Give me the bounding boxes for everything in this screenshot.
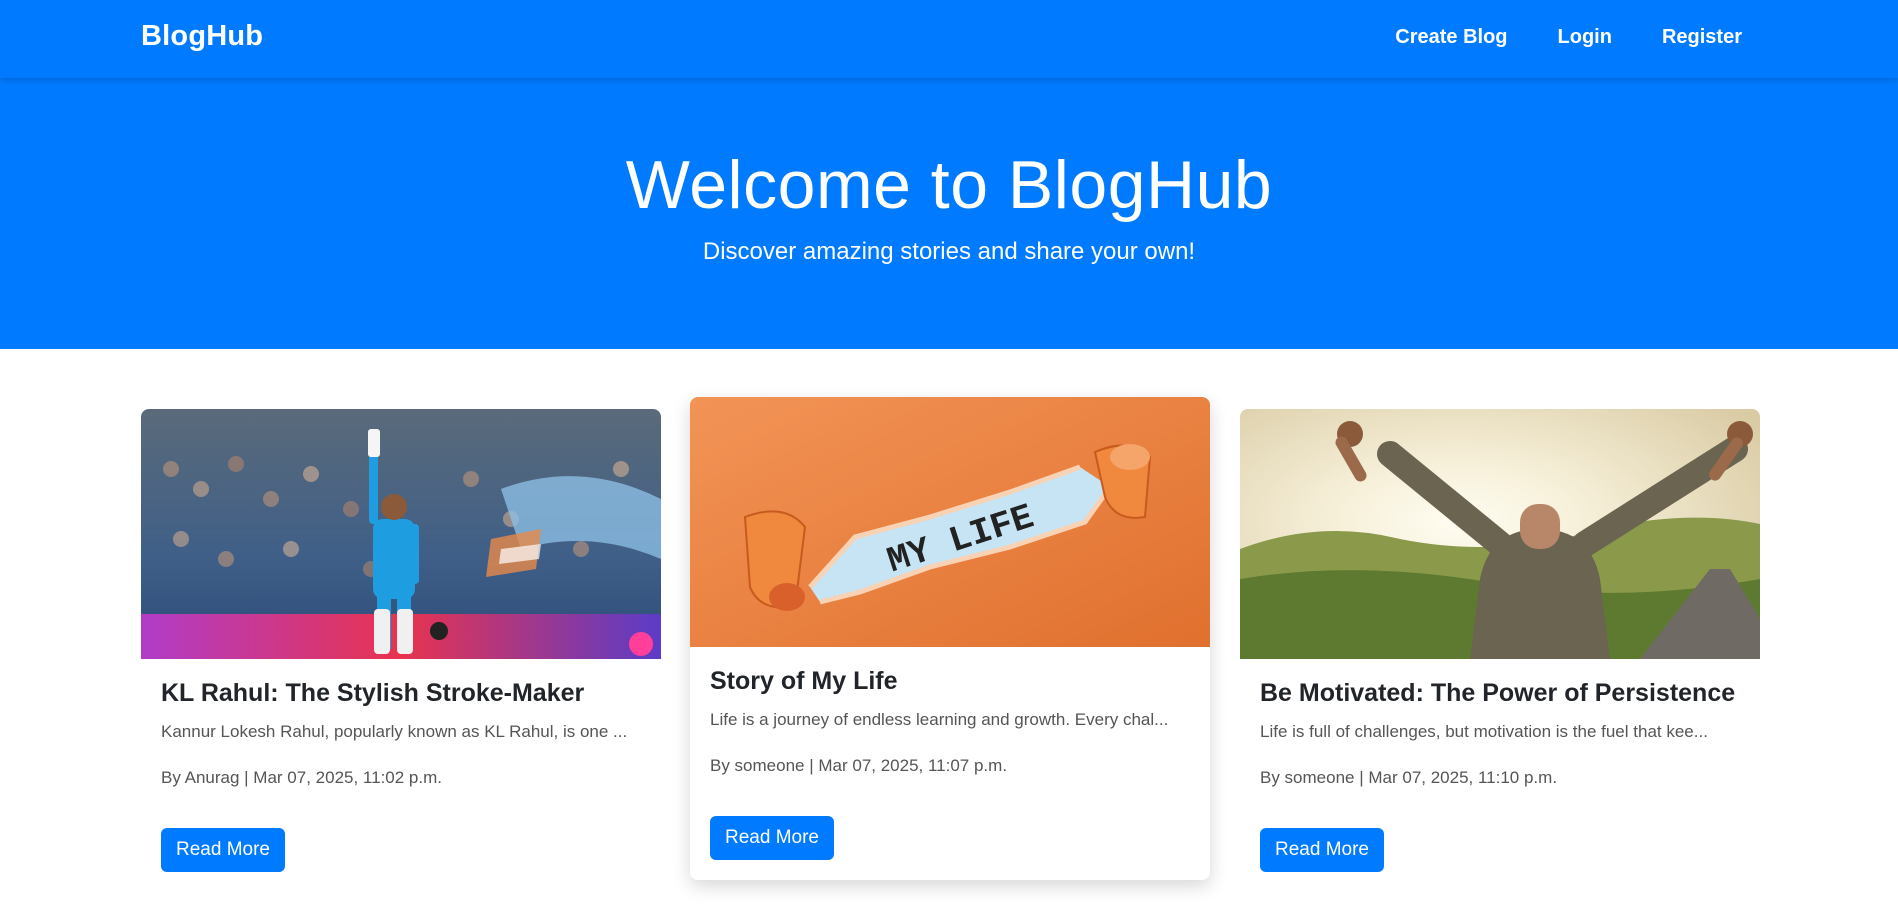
blog-card-meta: By someone | Mar 07, 2025, 11:07 p.m.	[710, 756, 1008, 775]
nav-register-link[interactable]: Register	[1662, 26, 1742, 49]
blog-card: MY LIFE Story of My Life Life is a journ…	[690, 397, 1210, 880]
read-more-button[interactable]: Read More	[161, 828, 285, 872]
blog-card-meta: By someone | Mar 07, 2025, 11:10 p.m.	[1260, 768, 1558, 787]
navbar: BlogHub Create Blog Login Register	[0, 0, 1898, 78]
blog-card-title[interactable]: KL Rahul: The Stylish Stroke-Maker	[161, 679, 641, 708]
blog-card: KL Rahul: The Stylish Stroke-Maker Kannu…	[141, 409, 661, 872]
nav-login-link[interactable]: Login	[1558, 26, 1612, 49]
nav-links: Create Blog Login Register	[1395, 26, 1742, 49]
blog-card-image-motivated[interactable]	[1240, 409, 1760, 659]
nav-create-blog-link[interactable]: Create Blog	[1395, 26, 1507, 49]
blog-card-excerpt: Kannur Lokesh Rahul, popularly known as …	[161, 722, 628, 741]
blog-card-image-my-life[interactable]: MY LIFE	[690, 397, 1210, 647]
blog-card-title[interactable]: Story of My Life	[710, 667, 1190, 696]
brand-logo-link[interactable]: BlogHub	[141, 20, 263, 53]
blog-card-excerpt: Life is full of challenges, but motivati…	[1260, 722, 1708, 741]
hero-banner: Welcome to BlogHub Discover amazing stor…	[0, 78, 1898, 349]
read-more-button[interactable]: Read More	[1260, 828, 1384, 872]
blog-card: Be Motivated: The Power of Persistence L…	[1240, 409, 1760, 872]
read-more-button[interactable]: Read More	[710, 816, 834, 860]
blog-card-body: Story of My Life Life is a journey of en…	[690, 647, 1210, 880]
hero-subtitle: Discover amazing stories and share your …	[702, 238, 1196, 265]
blog-card-excerpt: Life is a journey of endless learning an…	[710, 710, 1169, 729]
blog-card-title[interactable]: Be Motivated: The Power of Persistence	[1260, 679, 1740, 708]
blog-card-body: KL Rahul: The Stylish Stroke-Maker Kannu…	[141, 659, 661, 872]
blog-card-image-cricket[interactable]	[141, 409, 661, 659]
hero-title: Welcome to BlogHub	[625, 147, 1273, 223]
blog-card-body: Be Motivated: The Power of Persistence L…	[1240, 659, 1760, 872]
blog-card-meta: By Anurag | Mar 07, 2025, 11:02 p.m.	[161, 768, 442, 787]
